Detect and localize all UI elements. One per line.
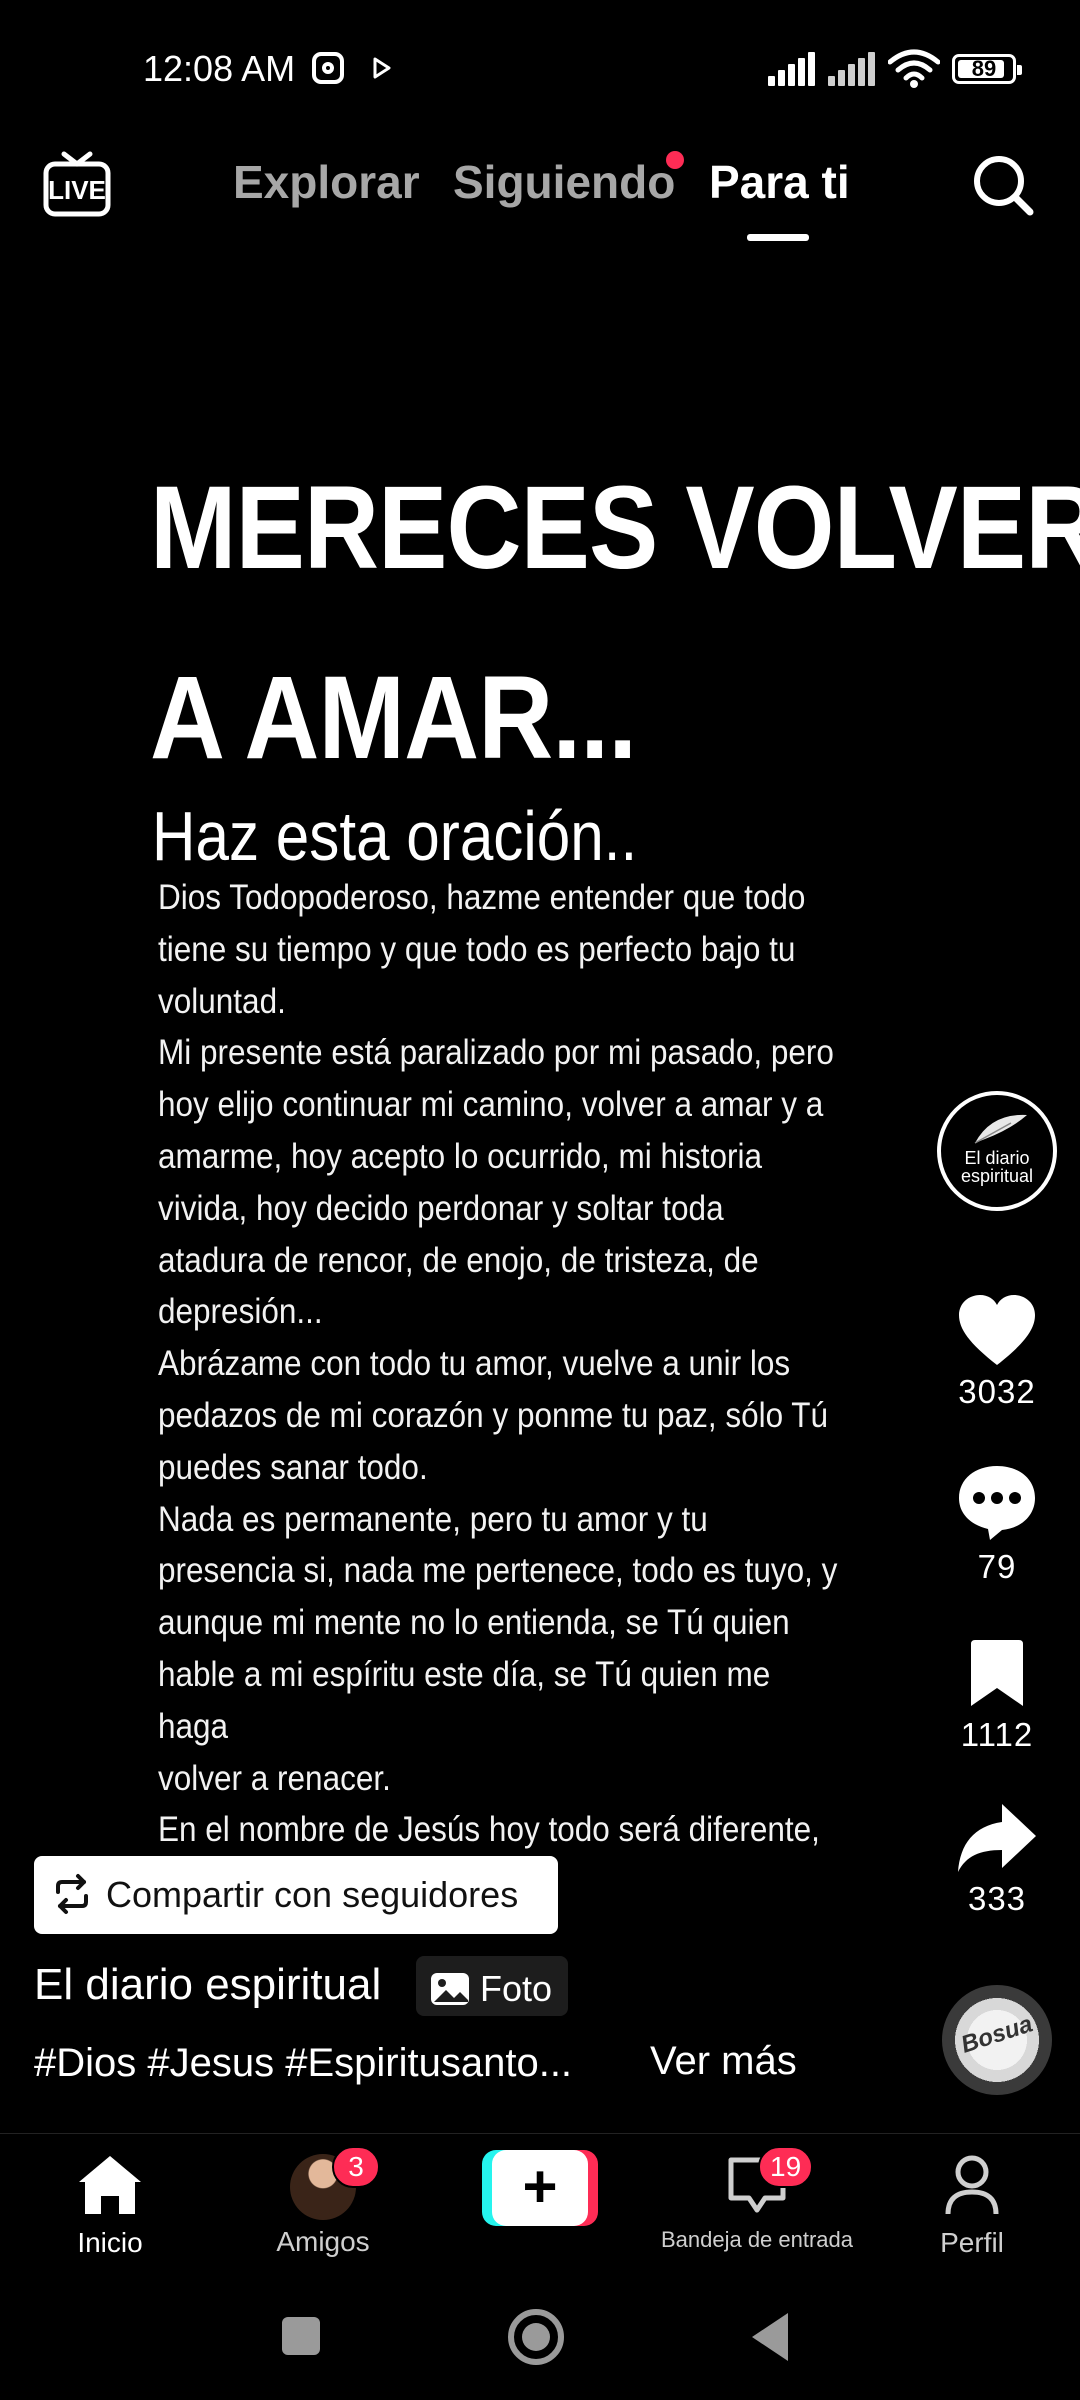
bottom-navigation: Inicio Amigos 3 + Bandeja de entrada 19 … xyxy=(0,2133,1080,2273)
nav-inbox-label: Bandeja de entrada xyxy=(660,2227,854,2252)
share-button[interactable]: 333 xyxy=(938,1800,1056,1918)
friends-badge: 3 xyxy=(332,2146,380,2188)
post-hashtags[interactable]: #Dios #Jesus #Espiritusanto... xyxy=(34,2041,572,2086)
nav-friends[interactable]: Amigos 3 xyxy=(268,2146,380,2258)
tab-explorar[interactable]: Explorar xyxy=(233,155,420,209)
comment-button[interactable]: 79 xyxy=(938,1462,1056,1586)
prayer-line: voluntad. xyxy=(158,981,286,1021)
author-name[interactable]: El diario espiritual xyxy=(34,1960,381,2010)
inbox-badge: 19 xyxy=(758,2146,814,2188)
tab-para-ti[interactable]: Para ti xyxy=(709,155,850,209)
prayer-line: Mi presente está paralizado por mi pasad… xyxy=(158,1033,834,1073)
music-disc[interactable]: Bosua xyxy=(942,1985,1052,2095)
prayer-line: presencia si, nada me pertenece, todo es… xyxy=(158,1551,838,1591)
plus-icon: + xyxy=(522,2153,558,2220)
prayer-text: Dios Todopoderoso, hazme entender que to… xyxy=(158,872,842,1908)
battery-icon: 89 xyxy=(952,54,1022,84)
nav-profile-label: Perfil xyxy=(940,2227,1004,2258)
post-headline-line-2: A AMAR... xyxy=(150,652,637,784)
instagram-icon xyxy=(312,52,344,84)
tab-siguiendo[interactable]: Siguiendo xyxy=(453,155,675,209)
notification-dot xyxy=(666,151,684,169)
system-navigation-bar xyxy=(0,2273,1080,2400)
nav-friends-label: Amigos xyxy=(276,2226,370,2257)
music-disc-label: Bosua xyxy=(957,2010,1036,2059)
comment-count: 79 xyxy=(977,1548,1017,1585)
status-time: 12:08 AM xyxy=(143,48,296,89)
save-count: 1112 xyxy=(960,1716,1034,1753)
creator-avatar[interactable]: El diario espiritual xyxy=(937,1091,1057,1211)
share-count: 333 xyxy=(967,1880,1027,1917)
bookmark-icon xyxy=(971,1640,1023,1706)
like-button[interactable]: 3032 xyxy=(938,1293,1056,1411)
share-with-followers-button[interactable]: Compartir con seguidores xyxy=(34,1856,558,1934)
back-button[interactable] xyxy=(752,2313,788,2361)
nav-profile[interactable]: Perfil xyxy=(922,2154,1022,2259)
prayer-line: Dios Todopoderoso, hazme entender que to… xyxy=(158,878,806,917)
photo-icon xyxy=(431,1973,469,2005)
nav-inbox[interactable]: Bandeja de entrada 19 xyxy=(650,2146,864,2253)
post-subheadline: Haz esta oración.. xyxy=(152,797,638,875)
nav-home[interactable]: Inicio xyxy=(60,2154,160,2259)
share-with-followers-label: Compartir con seguidores xyxy=(106,1874,519,1915)
creator-avatar-text: El diario espiritual xyxy=(941,1149,1053,1185)
prayer-line: volver a renacer. xyxy=(158,1758,391,1798)
prayer-line: vivida, hoy decido perdonar y soltar tod… xyxy=(158,1188,724,1228)
prayer-line: puedes sanar todo. xyxy=(158,1447,428,1487)
prayer-line: hoy elijo continuar mi camino, volver a … xyxy=(158,1085,824,1125)
prayer-line: tiene su tiempo y que todo es perfecto b… xyxy=(158,929,796,969)
share-icon xyxy=(958,1804,1036,1872)
creator-avatar-text-line: espiritual xyxy=(960,1166,1034,1186)
creator-avatar-text-line: El diario xyxy=(964,1148,1030,1168)
post-headline-line-1: MERECES VOLVER xyxy=(150,462,1080,594)
active-tab-indicator xyxy=(747,234,809,241)
svg-text:LIVE: LIVE xyxy=(48,175,106,205)
prayer-line: hable a mi espíritu este día, se Tú quie… xyxy=(158,1654,771,1746)
like-count: 3032 xyxy=(958,1373,1036,1410)
prayer-line: depresión... xyxy=(158,1292,323,1332)
nav-home-label: Inicio xyxy=(77,2227,143,2258)
prayer-line: Nada es permanente, pero tu amor y tu xyxy=(158,1499,708,1539)
see-more-button[interactable]: Ver más xyxy=(650,2039,797,2084)
home-icon xyxy=(79,2156,141,2214)
signal-icon xyxy=(768,50,822,86)
prayer-line: Abrázame con todo tu amor, vuelve a unir… xyxy=(158,1344,791,1384)
live-icon[interactable]: LIVE xyxy=(42,150,112,220)
signal-icon xyxy=(828,50,882,86)
home-button[interactable] xyxy=(508,2309,564,2365)
comment-icon xyxy=(959,1466,1035,1540)
prayer-line: pedazos de mi corazón y ponme tu paz, só… xyxy=(158,1395,829,1435)
status-bar: 12:08 AM 89 xyxy=(0,0,1080,140)
create-button[interactable]: + xyxy=(482,2150,598,2226)
prayer-line: En el nombre de Jesús hoy todo será dife… xyxy=(158,1810,820,1850)
save-button[interactable]: 1112 xyxy=(938,1638,1056,1754)
prayer-line: aunque mi mente no lo entienda, se Tú qu… xyxy=(158,1603,790,1643)
heart-icon xyxy=(959,1295,1035,1365)
wifi-icon xyxy=(888,49,940,88)
search-icon[interactable] xyxy=(970,152,1036,218)
photo-badge-label: Foto xyxy=(480,1968,553,2009)
photo-badge: Foto xyxy=(416,1956,568,2016)
battery-percent: 89 xyxy=(971,56,997,81)
profile-icon xyxy=(945,2155,999,2215)
feather-icon xyxy=(974,1114,1027,1144)
recent-apps-button[interactable] xyxy=(282,2317,320,2355)
prayer-line: amarme, hoy acepto lo ocurrido, mi histo… xyxy=(158,1136,763,1176)
prayer-line: atadura de rencor, de enojo, de tristeza… xyxy=(158,1240,759,1280)
play-store-icon xyxy=(373,57,391,79)
repost-icon xyxy=(56,1874,88,1914)
